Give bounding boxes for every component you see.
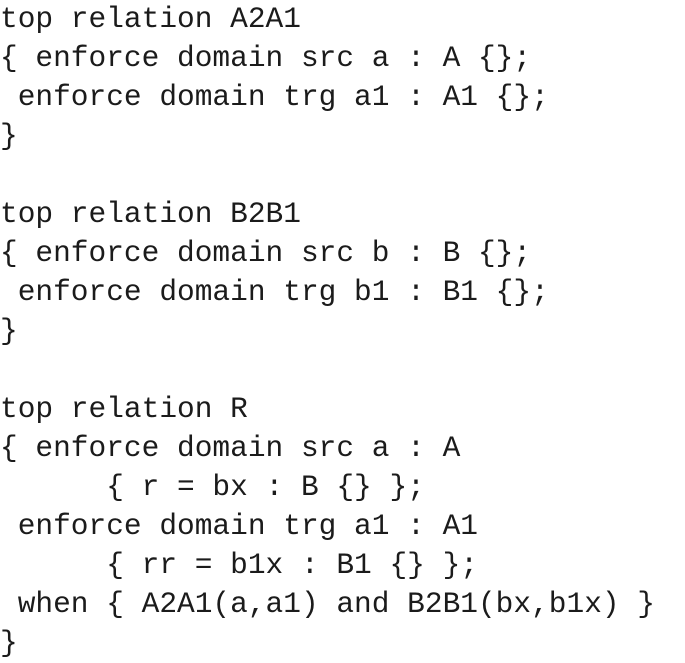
code-line: { r = bx : B {} }; xyxy=(0,470,425,504)
code-line: enforce domain trg a1 : A1 xyxy=(0,509,478,543)
code-line: { enforce domain src a : A {}; xyxy=(0,41,532,75)
code-line: { enforce domain src b : B {}; xyxy=(0,236,532,270)
code-line: top relation A2A1 xyxy=(0,2,301,36)
code-line: } xyxy=(0,119,18,153)
code-line: } xyxy=(0,314,18,348)
code-line: { rr = b1x : B1 {} }; xyxy=(0,548,478,582)
code-line: enforce domain trg a1 : A1 {}; xyxy=(0,80,549,114)
code-line: { enforce domain src a : A xyxy=(0,431,461,465)
code-line: top relation R xyxy=(0,392,248,426)
code-line: when { A2A1(a,a1) and B2B1(bx,b1x) } xyxy=(0,587,656,621)
code-line: top relation B2B1 xyxy=(0,197,301,231)
code-line: } xyxy=(0,626,18,660)
code-line: enforce domain trg b1 : B1 {}; xyxy=(0,275,549,309)
code-listing: top relation A2A1 { enforce domain src a … xyxy=(0,0,685,660)
